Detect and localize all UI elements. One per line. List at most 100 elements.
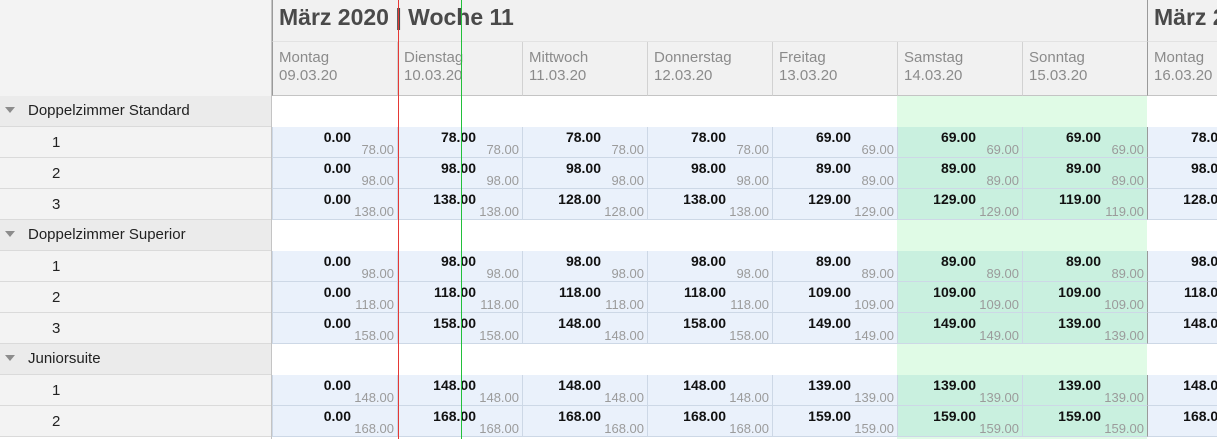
rate-price: 148.00	[558, 315, 601, 331]
rate-cell[interactable]: 118.00 118.00	[397, 282, 522, 313]
day-name: Dienstag	[404, 49, 464, 66]
rate-cell[interactable]: 148.00	[1147, 375, 1217, 406]
rate-cell[interactable]: 98.00 98.00	[647, 158, 772, 189]
rate-cell[interactable]: 98.00 98.00	[522, 158, 647, 189]
day-date: 16.03.20	[1154, 67, 1213, 84]
rate-cell[interactable]: 139.00 139.00	[772, 375, 897, 406]
rate-cell[interactable]: 109.00 109.00	[1022, 282, 1147, 313]
rate-cell[interactable]: 78.00 78.00	[522, 127, 647, 158]
rate-cell[interactable]: 149.00 149.00	[897, 313, 1022, 344]
rate-cell[interactable]: 98.00 98.00	[397, 158, 522, 189]
rate-cell[interactable]: 89.00 89.00	[897, 158, 1022, 189]
rate-cell[interactable]: 98.00	[1147, 251, 1217, 282]
today-marker-line	[398, 0, 399, 439]
rate-cell[interactable]: 148.00 148.00	[522, 313, 647, 344]
occupancy-row-label: 1	[0, 375, 271, 406]
occupancy-row-label: 2	[0, 282, 271, 313]
rate-price: 98.00	[1190, 160, 1217, 176]
rate-cell[interactable]: 159.00 159.00	[897, 406, 1022, 437]
rate-cell[interactable]: 158.00 158.00	[397, 313, 522, 344]
rate-cell[interactable]: 98.00 98.00	[397, 251, 522, 282]
rate-cell[interactable]: 159.00 159.00	[1022, 406, 1147, 437]
rate-cell[interactable]: 139.00 139.00	[897, 375, 1022, 406]
base-price: 78.00	[361, 142, 394, 157]
rate-cell[interactable]: 128.00	[1147, 189, 1217, 220]
rate-cell[interactable]: 89.00 89.00	[772, 158, 897, 189]
room-type-group-row[interactable]: Doppelzimmer Superior	[0, 220, 271, 251]
rate-price: 138.00	[433, 191, 476, 207]
room-list: Doppelzimmer Standard 1 2 3 Doppelzimmer Sup…	[0, 96, 272, 439]
rate-cell[interactable]: 69.00 69.00	[772, 127, 897, 158]
rate-cell[interactable]: 69.00 69.00	[1022, 127, 1147, 158]
rate-cell[interactable]: 0.00 98.00	[272, 158, 397, 189]
rate-cell[interactable]: 148.00 148.00	[397, 375, 522, 406]
occupancy-row-label: 3	[0, 189, 271, 220]
room-type-group-row[interactable]: Juniorsuite	[0, 344, 271, 375]
rate-cell[interactable]: 89.00 89.00	[897, 251, 1022, 282]
rate-cell[interactable]: 78.00	[1147, 127, 1217, 158]
day-name: Freitag	[779, 49, 826, 66]
rate-cell[interactable]: 0.00 118.00	[272, 282, 397, 313]
rate-cell[interactable]: 109.00 109.00	[772, 282, 897, 313]
rate-cell[interactable]: 118.00 118.00	[647, 282, 772, 313]
rate-cell[interactable]: 168.00 168.00	[647, 406, 772, 437]
occupancy-row-label: 1	[0, 251, 271, 282]
rate-price: 98.00	[565, 253, 601, 269]
rate-cell[interactable]: 139.00 139.00	[1022, 313, 1147, 344]
rate-cell[interactable]: 139.00 139.00	[1022, 375, 1147, 406]
day-name: Donnerstag	[654, 49, 732, 66]
base-price: 98.00	[611, 266, 644, 281]
rate-cell[interactable]: 118.00	[1147, 282, 1217, 313]
rate-cell[interactable]: 168.00	[1147, 406, 1217, 437]
rate-cell[interactable]: 78.00 78.00	[647, 127, 772, 158]
rate-cell[interactable]: 98.00	[1147, 158, 1217, 189]
rate-cell[interactable]: 148.00 148.00	[522, 375, 647, 406]
base-price: 89.00	[861, 266, 894, 281]
rate-cell[interactable]: 128.00 128.00	[522, 189, 647, 220]
day-name: Montag	[1154, 49, 1205, 66]
rate-cell[interactable]: 78.00 78.00	[397, 127, 522, 158]
rate-cell[interactable]: 129.00 129.00	[772, 189, 897, 220]
rate-cell[interactable]: 89.00 89.00	[1022, 158, 1147, 189]
rate-cell[interactable]: 0.00 168.00	[272, 406, 397, 437]
rate-cell[interactable]: 158.00 158.00	[647, 313, 772, 344]
rate-cell[interactable]: 138.00 138.00	[397, 189, 522, 220]
rate-cell[interactable]: 0.00 148.00	[272, 375, 397, 406]
rate-cell[interactable]: 109.00 109.00	[897, 282, 1022, 313]
rate-cell[interactable]: 98.00 98.00	[522, 251, 647, 282]
rate-cell[interactable]: 89.00 89.00	[772, 251, 897, 282]
rate-cell[interactable]: 159.00 159.00	[772, 406, 897, 437]
base-price: 98.00	[486, 173, 519, 188]
room-type-name: Doppelzimmer Superior	[28, 226, 186, 243]
collapse-triangle-icon[interactable]	[5, 231, 15, 237]
rate-cell[interactable]: 0.00 78.00	[272, 127, 397, 158]
rate-price: 159.00	[808, 408, 851, 424]
rate-cell[interactable]: 98.00 98.00	[647, 251, 772, 282]
room-type-group-row[interactable]: Doppelzimmer Standard	[0, 96, 271, 127]
rate-price: 118.00	[433, 284, 476, 300]
rate-cell[interactable]: 168.00 168.00	[397, 406, 522, 437]
rate-cell[interactable]: 138.00 138.00	[647, 189, 772, 220]
rate-price: 139.00	[808, 377, 851, 393]
rate-cell[interactable]: 148.00 148.00	[647, 375, 772, 406]
rate-cell[interactable]: 118.00 118.00	[522, 282, 647, 313]
rate-price: 98.00	[565, 160, 601, 176]
rate-cell[interactable]: 129.00 129.00	[897, 189, 1022, 220]
rate-cell[interactable]: 89.00 89.00	[1022, 251, 1147, 282]
collapse-triangle-icon[interactable]	[5, 107, 15, 113]
rate-cell[interactable]: 149.00 149.00	[772, 313, 897, 344]
rate-cell[interactable]: 69.00 69.00	[897, 127, 1022, 158]
base-price: 69.00	[861, 142, 894, 157]
collapse-triangle-icon[interactable]	[5, 355, 15, 361]
rate-price: 0.00	[323, 408, 351, 424]
rate-cell[interactable]: 0.00 138.00	[272, 189, 397, 220]
rate-cell[interactable]: 148.00	[1147, 313, 1217, 344]
base-price: 98.00	[361, 173, 394, 188]
rate-cell[interactable]: 119.00 119.00	[1022, 189, 1147, 220]
rate-price: 139.00	[933, 377, 976, 393]
rate-cell[interactable]: 0.00 158.00	[272, 313, 397, 344]
rate-cell[interactable]: 0.00 98.00	[272, 251, 397, 282]
rate-price: 0.00	[323, 253, 351, 269]
day-header-0: Montag 09.03.20	[272, 42, 397, 96]
rate-cell[interactable]: 168.00 168.00	[522, 406, 647, 437]
